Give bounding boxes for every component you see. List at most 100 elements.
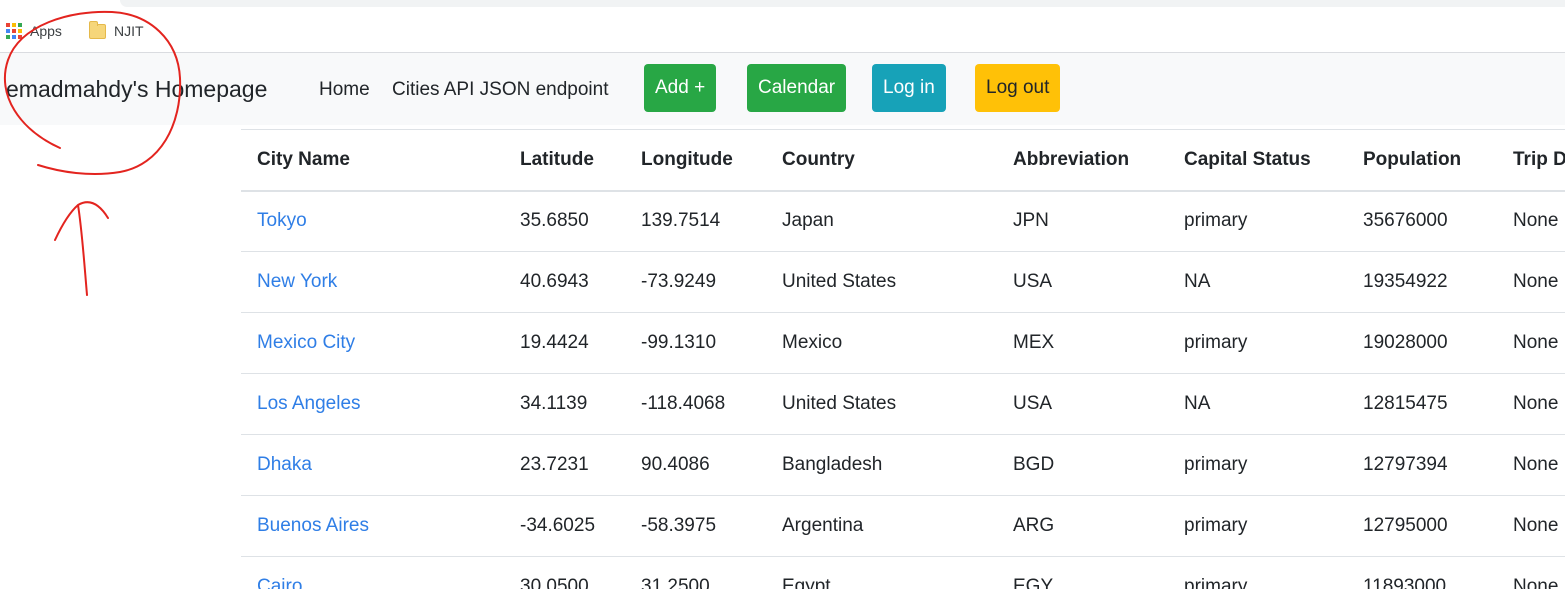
login-button[interactable]: Log in — [872, 64, 946, 112]
cell-population: 35676000 — [1347, 190, 1497, 252]
table-row: Dhaka 23.7231 90.4086 Bangladesh BGD pri… — [241, 434, 1565, 496]
header-city-name: City Name — [241, 129, 504, 192]
address-bar-edge[interactable] — [120, 0, 1565, 7]
table-header-row: City Name Latitude Longitude Country Abb… — [241, 129, 1565, 192]
cell-city: Tokyo — [241, 190, 504, 252]
cell-trip-date: None — [1497, 434, 1565, 496]
annotation-arrow — [54, 201, 109, 296]
cell-country: United States — [766, 373, 997, 435]
nav-link-home[interactable]: Home — [319, 79, 370, 101]
cell-capital-status: NA — [1168, 373, 1347, 435]
cell-population: 19354922 — [1347, 251, 1497, 313]
apps-dot — [6, 29, 10, 33]
cell-capital-status: primary — [1168, 556, 1347, 589]
cell-trip-date: None — [1497, 312, 1565, 374]
table-row: Cairo 30.0500 31.2500 Egypt EGY primary … — [241, 556, 1565, 589]
cell-latitude: 30.0500 — [504, 556, 625, 589]
folder-icon — [89, 20, 106, 39]
table-row: New York 40.6943 -73.9249 United States … — [241, 251, 1565, 313]
apps-dot — [12, 23, 16, 27]
cell-city: Buenos Aires — [241, 495, 504, 557]
bookmarks-bar: Apps NJIT — [0, 10, 1565, 53]
cell-trip-date: None — [1497, 495, 1565, 557]
cell-capital-status: primary — [1168, 495, 1347, 557]
city-link[interactable]: Buenos Aires — [257, 515, 369, 536]
header-abbreviation: Abbreviation — [997, 129, 1168, 192]
navbar-brand[interactable]: emadmahdy's Homepage — [6, 76, 267, 103]
cell-longitude: -99.1310 — [625, 312, 766, 374]
cities-table-container: City Name Latitude Longitude Country Abb… — [241, 129, 1565, 589]
cell-abbreviation: BGD — [997, 434, 1168, 496]
cell-abbreviation: MEX — [997, 312, 1168, 374]
cell-latitude: 35.6850 — [504, 190, 625, 252]
bookmark-folder-label: NJIT — [114, 23, 144, 39]
cell-abbreviation: EGY — [997, 556, 1168, 589]
cell-abbreviation: JPN — [997, 190, 1168, 252]
header-longitude: Longitude — [625, 129, 766, 192]
cell-population: 12797394 — [1347, 434, 1497, 496]
header-country: Country — [766, 129, 997, 192]
cell-longitude: -73.9249 — [625, 251, 766, 313]
cell-country: Argentina — [766, 495, 997, 557]
cell-trip-date: None — [1497, 373, 1565, 435]
header-latitude: Latitude — [504, 129, 625, 192]
cell-latitude: -34.6025 — [504, 495, 625, 557]
cell-latitude: 23.7231 — [504, 434, 625, 496]
apps-dot — [18, 23, 22, 27]
table-row: Buenos Aires -34.6025 -58.3975 Argentina… — [241, 495, 1565, 557]
logout-button[interactable]: Log out — [975, 64, 1061, 112]
cell-longitude: 31.2500 — [625, 556, 766, 589]
cell-longitude: 90.4086 — [625, 434, 766, 496]
apps-dot — [12, 35, 16, 39]
table-row: Tokyo 35.6850 139.7514 Japan JPN primary… — [241, 190, 1565, 252]
nav-link-cities-api[interactable]: Cities API JSON endpoint — [392, 79, 609, 101]
apps-grid-icon — [6, 23, 22, 39]
bookmark-apps-label: Apps — [30, 23, 62, 39]
apps-dot — [6, 23, 10, 27]
cell-country: Egypt — [766, 556, 997, 589]
table-body: Tokyo 35.6850 139.7514 Japan JPN primary… — [241, 190, 1565, 589]
cell-city: Mexico City — [241, 312, 504, 374]
header-capital-status: Capital Status — [1168, 129, 1347, 192]
cell-population: 12815475 — [1347, 373, 1497, 435]
calendar-button[interactable]: Calendar — [747, 64, 847, 112]
cell-abbreviation: USA — [997, 251, 1168, 313]
apps-dot — [18, 29, 22, 33]
city-link[interactable]: Tokyo — [257, 210, 307, 231]
cell-trip-date: None — [1497, 556, 1565, 589]
cell-abbreviation: USA — [997, 373, 1168, 435]
apps-dot — [12, 29, 16, 33]
cell-capital-status: primary — [1168, 434, 1347, 496]
cell-trip-date: None — [1497, 251, 1565, 313]
cell-capital-status: primary — [1168, 190, 1347, 252]
cell-population: 12795000 — [1347, 495, 1497, 557]
cell-city: Cairo — [241, 556, 504, 589]
cell-latitude: 40.6943 — [504, 251, 625, 313]
add-button[interactable]: Add + — [644, 64, 717, 112]
cell-abbreviation: ARG — [997, 495, 1168, 557]
cities-table: City Name Latitude Longitude Country Abb… — [241, 129, 1565, 589]
city-link[interactable]: Dhaka — [257, 454, 312, 475]
bookmark-folder-njit[interactable]: NJIT — [89, 20, 144, 42]
cell-city: New York — [241, 251, 504, 313]
cell-country: United States — [766, 251, 997, 313]
cell-latitude: 34.1139 — [504, 373, 625, 435]
cell-longitude: 139.7514 — [625, 190, 766, 252]
cell-country: Bangladesh — [766, 434, 997, 496]
cell-capital-status: primary — [1168, 312, 1347, 374]
table-row: Mexico City 19.4424 -99.1310 Mexico MEX … — [241, 312, 1565, 374]
city-link[interactable]: New York — [257, 271, 337, 292]
cell-country: Japan — [766, 190, 997, 252]
cell-city: Los Angeles — [241, 373, 504, 435]
header-population: Population — [1347, 129, 1497, 192]
bookmark-apps[interactable]: Apps — [6, 20, 62, 42]
city-link[interactable]: Mexico City — [257, 332, 355, 353]
cell-trip-date: None — [1497, 190, 1565, 252]
cell-capital-status: NA — [1168, 251, 1347, 313]
apps-dot — [6, 35, 10, 39]
city-link[interactable]: Cairo — [257, 576, 302, 589]
header-trip-date: Trip D — [1497, 129, 1565, 192]
cell-longitude: -58.3975 — [625, 495, 766, 557]
navbar: emadmahdy's Homepage Home Cities API JSO… — [0, 53, 1565, 125]
city-link[interactable]: Los Angeles — [257, 393, 361, 414]
